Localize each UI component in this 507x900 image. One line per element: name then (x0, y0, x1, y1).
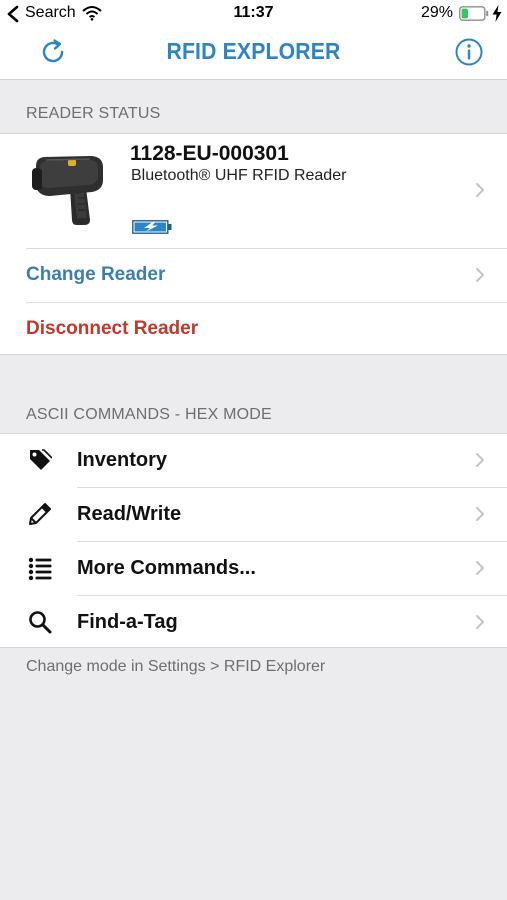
tag-icon (30, 449, 52, 470)
battery-icon (459, 6, 489, 21)
change-reader-button[interactable]: Change Reader (0, 249, 507, 302)
find-a-tag-label: Find-a-Tag (77, 611, 178, 633)
more-commands-label: More Commands... (77, 557, 256, 579)
mode-hint-text: Change mode in Settings > RFID Explorer (26, 658, 326, 675)
disconnect-reader-button[interactable]: Disconnect Reader (0, 303, 507, 355)
read-write-label: Read/Write (77, 503, 182, 525)
rfid-reader-image (32, 156, 103, 225)
reader-id: 1128-EU-000301 (130, 142, 289, 165)
inventory-label: Inventory (77, 449, 168, 471)
status-bar: Search 11:37 29% (0, 0, 507, 28)
page-title: RFID EXPLORER (166, 38, 341, 64)
reader-battery-charging-icon (132, 220, 172, 234)
chevron-right-icon (476, 507, 484, 521)
chevron-right-icon (476, 453, 484, 467)
pencil-icon (29, 503, 51, 525)
battery-percentage: 29% (420, 4, 453, 21)
info-icon[interactable] (454, 37, 484, 67)
reader-status-header: READER STATUS (26, 105, 161, 122)
chevron-right-icon (476, 561, 484, 575)
chevron-right-icon (476, 183, 484, 197)
chevron-right-icon (476, 268, 484, 282)
commands-group: Inventory Read/Write More Commands... Fi… (0, 433, 507, 648)
change-reader-label: Change Reader (26, 264, 166, 285)
inventory-row[interactable]: Inventory (0, 434, 507, 487)
reader-description: Bluetooth® UHF RFID Reader (131, 167, 347, 184)
chevron-right-icon (476, 615, 484, 629)
reader-status-group: 1128-EU-000301 Bluetooth® UHF RFID Reade… (0, 133, 507, 355)
list-icon (28, 557, 52, 580)
read-write-row[interactable]: Read/Write (0, 488, 507, 541)
connected-reader-cell[interactable]: 1128-EU-000301 Bluetooth® UHF RFID Reade… (0, 134, 507, 248)
navigation-bar: RFID EXPLORER (0, 28, 507, 80)
more-commands-row[interactable]: More Commands... (0, 542, 507, 595)
disconnect-reader-label: Disconnect Reader (26, 318, 199, 339)
battery-level-fill (461, 8, 468, 19)
commands-header: ASCII COMMANDS - HEX MODE (26, 406, 272, 423)
search-icon (29, 611, 52, 634)
find-a-tag-row[interactable]: Find-a-Tag (0, 596, 507, 648)
charging-bolt-icon (492, 5, 502, 22)
